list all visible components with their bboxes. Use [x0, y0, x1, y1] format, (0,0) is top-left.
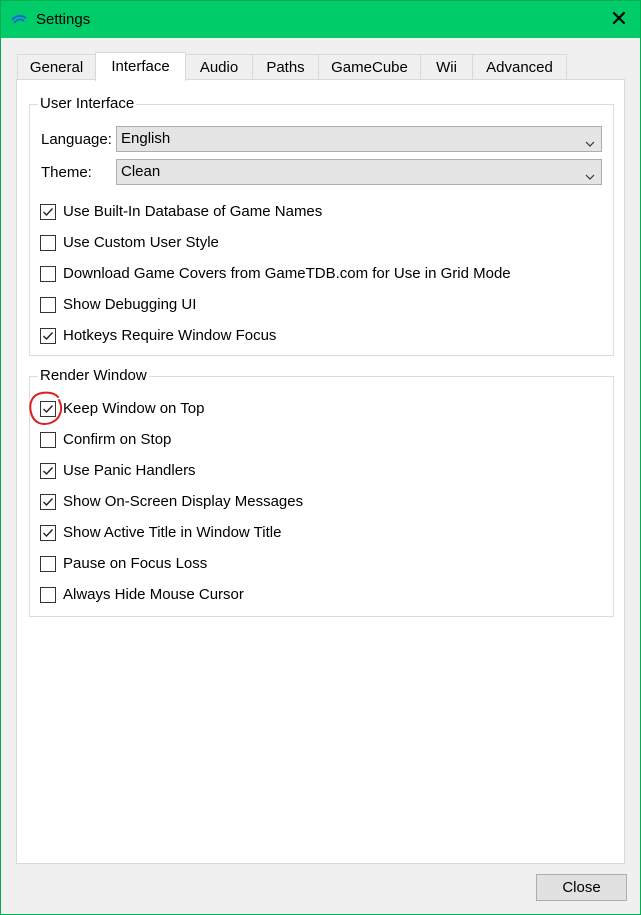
checkbox-label: Pause on Focus Loss [63, 555, 208, 572]
checkbox-label: Hotkeys Require Window Focus [63, 327, 277, 344]
close-icon[interactable]: ✕ [605, 6, 633, 32]
dolphin-app-icon [11, 12, 27, 26]
theme-value: Clean [121, 163, 161, 180]
theme-label: Theme: [41, 164, 92, 181]
checkbox[interactable] [40, 204, 56, 220]
chevron-down-icon [585, 135, 595, 147]
interface-tab-pane: User Interface Language: English Theme: … [16, 79, 625, 864]
close-button[interactable]: Close [536, 874, 627, 901]
tab-audio[interactable]: Audio [185, 54, 253, 79]
checkbox-label: Always Hide Mouse Cursor [63, 586, 244, 603]
checkbox-label: Use Custom User Style [63, 234, 219, 251]
tab-gamecube[interactable]: GameCube [318, 54, 421, 79]
checkbox[interactable] [40, 235, 56, 251]
theme-dropdown[interactable]: Clean [116, 159, 602, 185]
checkbox[interactable] [40, 432, 56, 448]
checkbox[interactable] [40, 556, 56, 572]
checkbox-label: Show Active Title in Window Title [63, 524, 282, 541]
checkbox[interactable] [40, 525, 56, 541]
checkbox-label: Download Game Covers from GameTDB.com fo… [63, 265, 511, 282]
checkbox-label: Show Debugging UI [63, 296, 197, 313]
checkbox-label: Show On-Screen Display Messages [63, 493, 304, 510]
tab-general[interactable]: General [17, 54, 96, 79]
checkbox-label: Confirm on Stop [63, 431, 172, 448]
red-circle-annotation [28, 390, 65, 426]
checkbox-label: Keep Window on Top [63, 400, 205, 417]
checkbox[interactable] [40, 266, 56, 282]
language-dropdown[interactable]: English [116, 126, 602, 152]
title-bar: Settings ✕ [1, 1, 640, 38]
group-title: User Interface [38, 95, 137, 112]
language-value: English [121, 130, 171, 147]
render-window-group: Render Window Keep Window on Top Confirm… [29, 367, 614, 617]
chevron-down-icon [585, 168, 595, 180]
tab-advanced[interactable]: Advanced [472, 54, 567, 79]
user-interface-group: User Interface Language: English Theme: … [29, 95, 614, 356]
window-title: Settings [36, 11, 91, 28]
tab-interface[interactable]: Interface [95, 52, 186, 81]
checkbox[interactable] [40, 328, 56, 344]
checkbox-label: Use Built-In Database of Game Names [63, 203, 323, 220]
settings-window: Settings ✕ General Interface Audio Paths… [0, 0, 641, 915]
checkbox[interactable] [40, 297, 56, 313]
checkbox[interactable] [40, 587, 56, 603]
tab-paths[interactable]: Paths [252, 54, 319, 79]
checkbox[interactable] [40, 463, 56, 479]
group-title: Render Window [38, 367, 149, 384]
tab-wii[interactable]: Wii [420, 54, 473, 79]
checkbox[interactable] [40, 494, 56, 510]
language-label: Language: [41, 131, 112, 148]
checkbox-label: Use Panic Handlers [63, 462, 196, 479]
